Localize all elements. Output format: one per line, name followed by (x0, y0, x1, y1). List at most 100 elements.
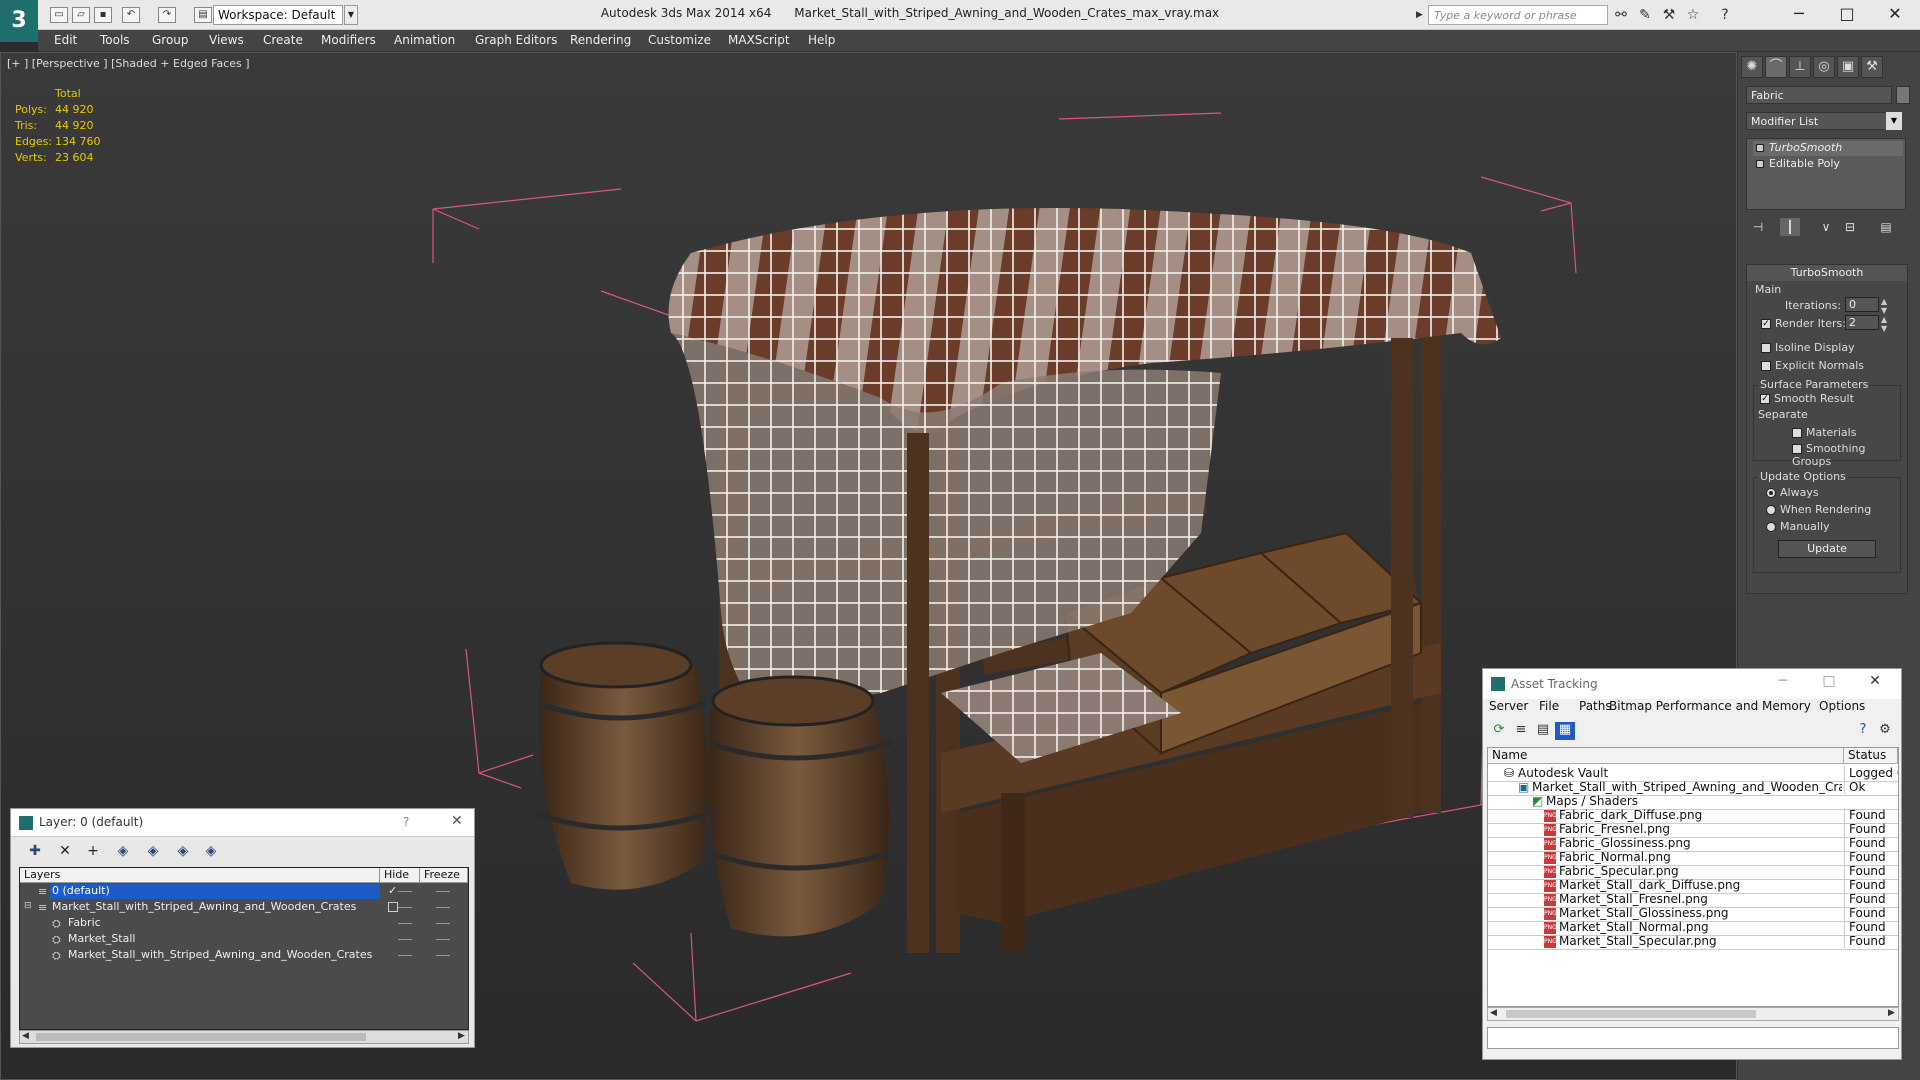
subscription-icon[interactable]: ✎ (1636, 6, 1654, 24)
collapse-icon[interactable]: ⊟ (24, 901, 32, 911)
maximize-icon[interactable]: □ (1809, 673, 1849, 695)
menu-maxscript[interactable]: MAXScript (728, 33, 790, 47)
layer-row[interactable]: ≡ 0 (default) ✓ (20, 884, 468, 899)
scroll-right-icon[interactable]: ▶ (458, 1031, 465, 1041)
update-button[interactable]: Update (1778, 540, 1876, 558)
menu-modifiers[interactable]: Modifiers (321, 33, 376, 47)
menu-paths[interactable]: Paths (1579, 699, 1612, 713)
new-file-icon[interactable]: ▭ (50, 7, 68, 23)
column-status[interactable]: Status (1844, 748, 1898, 764)
menu-tools[interactable]: Tools (100, 33, 130, 47)
settings-icon[interactable]: ⚙ (1875, 722, 1895, 740)
binoculars-icon[interactable]: ⚯ (1612, 6, 1630, 24)
object-name-field[interactable]: Fabric (1746, 86, 1892, 104)
column-hide[interactable]: Hide (380, 868, 420, 883)
app-logo-icon[interactable]: 3 (0, 0, 38, 42)
list-view-icon[interactable]: ≡ (1511, 722, 1531, 740)
help-button[interactable]: ? (403, 815, 409, 829)
communication-icon[interactable]: ⚒ (1660, 6, 1678, 24)
layer-row[interactable]: ⛭ Market_Stall (20, 932, 468, 947)
scroll-left-icon[interactable]: ◀ (22, 1031, 29, 1041)
rollout-title[interactable]: TurboSmooth (1747, 265, 1907, 281)
scrollbar-thumb[interactable] (36, 1033, 366, 1041)
hierarchy-tab-icon[interactable]: ⊥ (1789, 56, 1811, 78)
redo-icon[interactable]: ↷ (158, 7, 176, 23)
show-end-result-icon[interactable]: ┃ (1780, 218, 1800, 236)
menu-file[interactable]: File (1539, 699, 1559, 713)
remove-modifier-icon[interactable]: ⊟ (1840, 218, 1860, 236)
layer-row[interactable]: ⛭ Fabric (20, 916, 468, 931)
minimize-icon[interactable]: ─ (1763, 673, 1803, 695)
add-to-layer-icon[interactable]: + (83, 843, 103, 861)
motion-tab-icon[interactable]: ◎ (1813, 56, 1835, 78)
layer-row[interactable]: ⊟ ≡ Market_Stall_with_Striped_Awning_and… (20, 900, 468, 915)
tree-view-icon[interactable]: ▤ (1533, 722, 1553, 740)
close-icon[interactable]: ✕ (451, 813, 463, 829)
configure-sets-icon[interactable]: ▤ (1876, 218, 1896, 236)
menu-bitmap-performance[interactable]: Bitmap Performance and Memory (1609, 699, 1811, 713)
search-input[interactable]: Type a keyword or phrase (1428, 5, 1608, 25)
materials-checkbox[interactable]: Materials (1792, 426, 1856, 439)
isoline-display-checkbox[interactable]: Isoline Display (1761, 341, 1855, 354)
menu-customize[interactable]: Customize (648, 33, 711, 47)
create-tab-icon[interactable]: ✺ (1741, 56, 1763, 78)
search-expand-icon[interactable]: ▶ (1416, 6, 1426, 24)
workspace-select[interactable]: Workspace: Default (213, 5, 343, 25)
menu-animation[interactable]: Animation (394, 33, 455, 47)
spinner-arrows-icon[interactable]: ▲ ▼ (1881, 297, 1887, 315)
scroll-right-icon[interactable]: ▶ (1888, 1008, 1895, 1018)
favorites-star-icon[interactable]: ☆ (1684, 6, 1702, 24)
lightbulb-icon[interactable] (1756, 144, 1764, 152)
modifier-list-dropdown[interactable]: Modifier List (1746, 112, 1902, 130)
menu-create[interactable]: Create (263, 33, 303, 47)
scrollbar-thumb[interactable] (1506, 1010, 1756, 1018)
stack-item-turbosmooth[interactable]: TurboSmooth (1753, 141, 1903, 156)
select-objects-icon[interactable]: ◈ (113, 843, 133, 861)
menu-options[interactable]: Options (1819, 699, 1865, 713)
pin-stack-icon[interactable]: ⊣ (1748, 218, 1768, 236)
workspace-dropdown-arrow-icon[interactable]: ▼ (344, 5, 358, 25)
current-layer-check-icon[interactable]: ✓ (388, 884, 397, 897)
always-radio[interactable]: Always (1766, 486, 1819, 499)
when-rendering-radio[interactable]: When Rendering (1766, 503, 1871, 516)
render-iters-checkbox[interactable]: ✓ Render Iters: (1761, 317, 1846, 330)
undo-icon[interactable]: ↶ (122, 7, 140, 23)
smoothing-groups-checkbox[interactable]: Smoothing Groups (1792, 442, 1900, 468)
object-color-swatch[interactable] (1896, 86, 1910, 104)
menu-views[interactable]: Views (209, 33, 244, 47)
help-icon[interactable]: ? (1853, 722, 1873, 740)
manually-radio[interactable]: Manually (1766, 520, 1830, 533)
scroll-left-icon[interactable]: ◀ (1490, 1008, 1497, 1018)
modify-tab-icon[interactable]: ⌒ (1765, 56, 1787, 78)
column-freeze[interactable]: Freeze (420, 868, 468, 883)
menu-edit[interactable]: Edit (54, 33, 77, 47)
highlight-layer-icon[interactable]: ◈ (143, 843, 163, 861)
expand-icon[interactable] (1756, 160, 1764, 168)
menu-rendering[interactable]: Rendering (570, 33, 631, 47)
asset-path-field[interactable] (1487, 1027, 1899, 1049)
stack-item-editable-poly[interactable]: Editable Poly (1753, 157, 1903, 172)
refresh-icon[interactable]: ⟳ (1489, 722, 1509, 740)
current-layer-checkbox[interactable] (388, 902, 398, 912)
save-icon[interactable]: ▪ (94, 7, 112, 23)
minimize-icon[interactable]: ─ (1776, 0, 1822, 30)
help-icon[interactable]: ? (1716, 6, 1734, 24)
layer-row[interactable]: ⛭ Market_Stall_with_Striped_Awning_and_W… (20, 948, 468, 963)
freeze-all-icon[interactable]: ◈ (201, 843, 221, 861)
table-view-icon[interactable]: ▦ (1555, 722, 1575, 740)
column-layers[interactable]: Layers (20, 868, 380, 883)
smooth-result-checkbox[interactable]: ✓ Smooth Result (1760, 392, 1854, 405)
explicit-normals-checkbox[interactable]: Explicit Normals (1761, 359, 1864, 372)
utilities-tab-icon[interactable]: ⚒ (1861, 56, 1883, 78)
display-tab-icon[interactable]: ▣ (1837, 56, 1859, 78)
open-file-icon[interactable]: ▱ (72, 7, 90, 23)
menu-group[interactable]: Group (152, 33, 189, 47)
project-folder-icon[interactable]: ▤ (194, 7, 212, 23)
close-icon[interactable]: ✕ (1855, 673, 1895, 695)
maximize-icon[interactable]: □ (1824, 0, 1870, 30)
create-layer-icon[interactable]: ✚ (25, 843, 45, 861)
iterations-spinner[interactable]: 0 (1845, 297, 1879, 312)
make-unique-icon[interactable]: ∨ (1816, 218, 1836, 236)
delete-layer-icon[interactable]: ✕ (55, 843, 75, 861)
asset-row[interactable]: PNG Market_Stall_Specular.png Found (1488, 933, 1898, 950)
